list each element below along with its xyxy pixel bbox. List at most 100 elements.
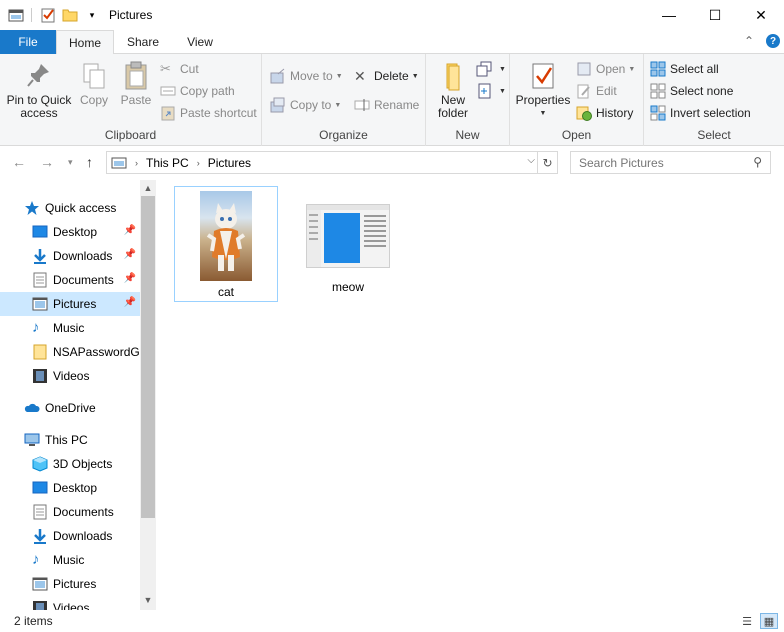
invert-selection-button[interactable]: Invert selection: [650, 103, 751, 123]
pin-to-quick-access-button[interactable]: Pin to Quick access: [4, 60, 74, 120]
search-input[interactable]: [579, 155, 739, 170]
star-icon: [24, 200, 40, 216]
properties-caret-icon: ▼: [539, 110, 547, 117]
rename-label: Rename: [374, 98, 420, 112]
new-folder-button[interactable]: New folder: [434, 60, 472, 120]
rename-button[interactable]: Rename: [354, 95, 419, 115]
edit-button[interactable]: Edit: [576, 81, 617, 101]
easy-access-button[interactable]: ▼: [476, 81, 506, 101]
meow-thumbnail: [306, 204, 390, 268]
breadcrumb-chevron-icon[interactable]: ›: [197, 158, 200, 168]
move-to-button[interactable]: Move to ▼: [270, 66, 343, 86]
status-bar: 2 items ☰ ▦: [0, 610, 784, 632]
open-button[interactable]: Open ▼: [576, 59, 635, 79]
new-folder-quick-icon[interactable]: [62, 7, 78, 23]
sidebar-item-label: Documents: [53, 505, 114, 519]
copy-to-label: Copy to: [290, 98, 332, 112]
breadcrumb-this-pc[interactable]: This PC: [146, 156, 189, 170]
sidebar-item-desktop[interactable]: Desktop 📌: [0, 220, 140, 244]
sidebar-item-documents-pc[interactable]: Documents: [0, 500, 140, 524]
back-arrow-icon[interactable]: ←: [12, 154, 26, 170]
sidebar-scrollbar[interactable]: ▲ ▼: [140, 180, 156, 610]
sidebar-item-pictures[interactable]: Pictures 📌: [0, 292, 140, 316]
new-item-button[interactable]: ▼: [476, 59, 506, 79]
select-none-label: Select none: [670, 84, 734, 98]
copy-path-button[interactable]: Copy path: [160, 81, 235, 101]
address-bar[interactable]: › This PC › Pictures ⌵ ↻: [106, 151, 558, 174]
sidebar-item-music-pc[interactable]: ♪ Music: [0, 548, 140, 572]
history-label: History: [596, 106, 634, 120]
sidebar-item-this-pc[interactable]: This PC: [0, 428, 140, 452]
tab-view[interactable]: View: [172, 30, 228, 54]
address-dropdown-icon[interactable]: ⌵: [527, 155, 535, 166]
pin-icon[interactable]: 📌: [124, 249, 136, 260]
pin-icon[interactable]: 📌: [124, 297, 136, 308]
close-button[interactable]: ✕: [738, 0, 784, 30]
delete-button[interactable]: ✕ Delete ▼: [354, 66, 419, 86]
cloud-icon: [24, 400, 40, 416]
delete-label: Delete: [374, 69, 409, 83]
sidebar-item-downloads[interactable]: Downloads 📌: [0, 244, 140, 268]
paste-shortcut-label: Paste shortcut: [180, 106, 257, 120]
scroll-down-icon[interactable]: ▼: [140, 592, 156, 608]
clipboard-group-label: Clipboard: [104, 128, 157, 142]
large-icons-view-icon[interactable]: ▦: [760, 613, 778, 629]
scroll-thumb[interactable]: [141, 196, 155, 518]
sidebar-item-desktop-pc[interactable]: Desktop: [0, 476, 140, 500]
sidebar-item-3d-objects[interactable]: 3D Objects: [0, 452, 140, 476]
customize-quick-access-icon[interactable]: ▾: [84, 7, 100, 23]
sidebar-item-videos-pc[interactable]: Videos: [0, 596, 140, 610]
sidebar-item-label: Videos: [53, 369, 90, 383]
pin-icon[interactable]: 📌: [124, 273, 136, 284]
explorer-window-icon[interactable]: [8, 7, 24, 23]
sidebar-item-documents[interactable]: Documents 📌: [0, 268, 140, 292]
properties-button[interactable]: Properties ▼: [516, 60, 570, 120]
forward-arrow-icon[interactable]: →: [40, 154, 54, 170]
search-box[interactable]: ⚲: [570, 151, 771, 174]
sidebar-item-onedrive[interactable]: OneDrive: [0, 396, 140, 420]
ribbon: Pin to Quick access Copy Paste ✂ Cut Cop…: [0, 54, 784, 146]
sidebar-item-label: Downloads: [53, 249, 113, 263]
select-none-button[interactable]: Select none: [650, 81, 733, 101]
sidebar-item-nsapasswordgu[interactable]: NSAPasswordGu: [0, 340, 140, 364]
properties-quick-icon[interactable]: [40, 7, 56, 23]
history-button[interactable]: History: [576, 103, 633, 123]
sidebar-item-videos[interactable]: Videos: [0, 364, 140, 388]
file-item-cat[interactable]: cat: [174, 186, 278, 302]
rename-icon: [354, 97, 370, 113]
video-icon: [32, 368, 48, 384]
copy-to-button[interactable]: Copy to ▼: [270, 95, 341, 115]
copy-button[interactable]: Copy: [78, 60, 110, 107]
sidebar-item-label: 3D Objects: [53, 457, 113, 471]
file-list[interactable]: cat meow: [156, 180, 784, 610]
desktop-icon: [32, 480, 48, 496]
details-view-icon[interactable]: ☰: [738, 613, 756, 629]
sidebar-item-quick-access[interactable]: Quick access: [0, 196, 140, 220]
tab-share[interactable]: Share: [114, 30, 172, 54]
ribbon-collapse-icon[interactable]: ⌃: [744, 34, 754, 48]
tab-home[interactable]: Home: [56, 30, 114, 55]
open-group: Properties ▼ Open ▼ Edit History Open: [510, 54, 644, 146]
select-all-button[interactable]: Select all: [650, 59, 719, 79]
help-icon[interactable]: ?: [766, 34, 780, 48]
sidebar-item-pictures-pc[interactable]: Pictures: [0, 572, 140, 596]
up-arrow-icon[interactable]: ↑: [86, 154, 93, 170]
sidebar-item-music[interactable]: ♪ Music: [0, 316, 140, 340]
sidebar-item-label: NSAPasswordGu: [53, 345, 140, 359]
sidebar-item-downloads-pc[interactable]: Downloads: [0, 524, 140, 548]
address-chevron-icon[interactable]: ›: [135, 158, 138, 168]
pin-icon[interactable]: 📌: [124, 225, 136, 236]
recent-locations-icon[interactable]: ▾: [68, 157, 73, 168]
sidebar-item-label: Music: [53, 553, 85, 567]
scroll-up-icon[interactable]: ▲: [140, 180, 156, 196]
file-item-meow[interactable]: meow: [296, 186, 400, 302]
refresh-icon[interactable]: ↻: [537, 152, 557, 173]
breadcrumb-pictures[interactable]: Pictures: [208, 156, 251, 170]
maximize-button[interactable]: ☐: [692, 0, 738, 30]
cut-button[interactable]: ✂ Cut: [160, 59, 199, 79]
minimize-button[interactable]: —: [646, 0, 692, 30]
paste-shortcut-button[interactable]: Paste shortcut: [160, 103, 257, 123]
tab-file[interactable]: File: [0, 30, 56, 54]
paste-button[interactable]: Paste: [118, 60, 154, 107]
open-group-label: Open: [561, 128, 592, 142]
